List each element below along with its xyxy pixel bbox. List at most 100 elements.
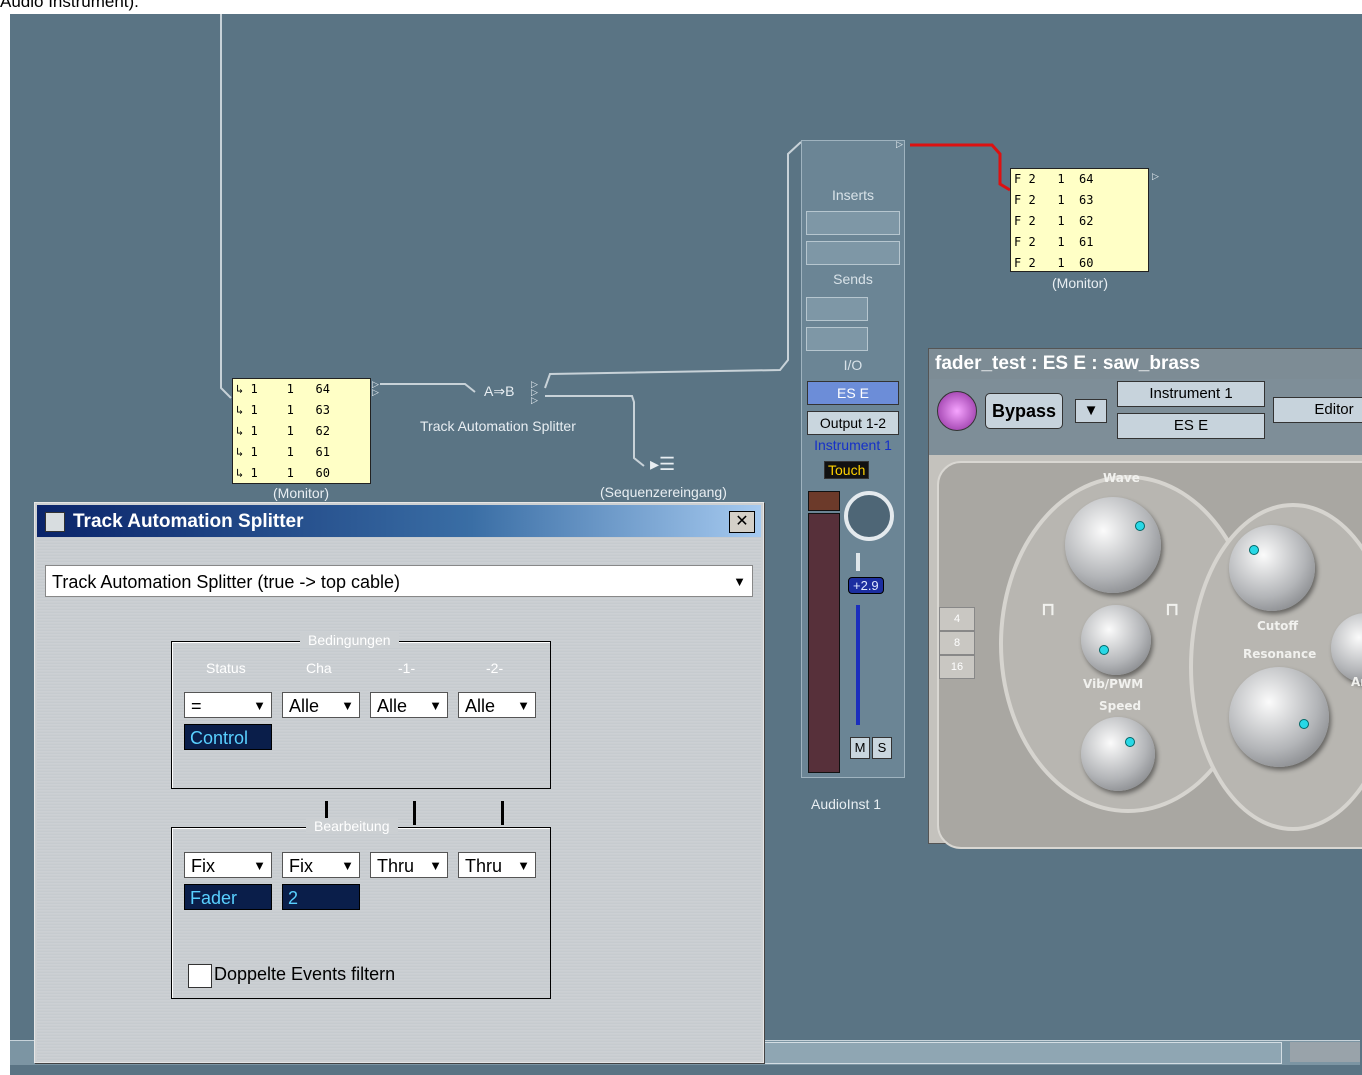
- select-value: Fix: [289, 856, 313, 876]
- clip-indicator[interactable]: [808, 491, 840, 511]
- bypass-button[interactable]: Bypass: [985, 393, 1063, 429]
- resonance-label: Resonance: [1243, 647, 1317, 661]
- plugin-instrument-button[interactable]: Instrument 1: [1117, 381, 1265, 407]
- status-condition-value[interactable]: Control: [184, 724, 272, 750]
- select-value: Fix: [191, 856, 215, 876]
- sequencer-input-label: (Sequenzereingang): [600, 484, 727, 500]
- fader-cap[interactable]: [856, 553, 860, 571]
- outlet-arrows-icon[interactable]: ▷ ▷: [372, 380, 379, 397]
- octave-8-button[interactable]: 8: [939, 631, 975, 655]
- chevron-down-icon[interactable]: ▼: [517, 693, 530, 719]
- monitor-row: F 2 1 62: [1014, 214, 1094, 228]
- caption-text: Audio Instrument).: [0, 0, 139, 11]
- monitor-row: ↳ 1 1 63: [236, 403, 330, 417]
- monitor-row: F 2 1 61: [1014, 235, 1094, 249]
- sequencer-input-icon[interactable]: ▸☰: [650, 454, 675, 475]
- monitor-row: F 2 1 64: [1014, 172, 1094, 186]
- dialog-body: Track Automation Splitter (true -> top c…: [37, 537, 761, 1060]
- channel-strip[interactable]: Inserts Sends I/O ES E Output 1-2 Instru…: [801, 140, 905, 778]
- chevron-down-icon[interactable]: ▼: [253, 853, 266, 879]
- splitter-object[interactable]: A⇒B: [484, 383, 514, 400]
- plugin-title[interactable]: fader_test : ES E : saw_brass: [929, 349, 1362, 379]
- channel-strip-name: AudioInst 1: [811, 796, 882, 812]
- conditions-legend: Bedingungen: [300, 632, 399, 648]
- link-line: [501, 801, 504, 825]
- splitter-dialog[interactable]: Track Automation Splitter ✕ Track Automa…: [34, 502, 764, 1063]
- chevron-down-icon[interactable]: ▼: [517, 853, 530, 879]
- speed-knob[interactable]: [1081, 717, 1155, 791]
- preset-select[interactable]: Track Automation Splitter (true -> top c…: [45, 565, 753, 597]
- solo-button[interactable]: S: [872, 737, 892, 759]
- ar-label: Ar: [1351, 675, 1362, 689]
- chevron-down-icon[interactable]: ▼: [733, 566, 746, 598]
- octave-16-button[interactable]: 16: [939, 655, 975, 679]
- filter-duplicates-checkbox[interactable]: [188, 964, 212, 988]
- processing-legend: Bearbeitung: [306, 818, 398, 834]
- monitor-right-label: (Monitor): [1052, 275, 1109, 291]
- insert-slot-1[interactable]: [806, 211, 900, 235]
- status-condition-select[interactable]: = ▼: [184, 692, 272, 718]
- channel-condition-select[interactable]: Alle ▼: [282, 692, 360, 718]
- monitor-right-outlet-icon[interactable]: ▷: [1152, 172, 1159, 181]
- data1-condition-select[interactable]: Alle ▼: [370, 692, 448, 718]
- monitor-row: ↳ 1 1 64: [236, 382, 330, 396]
- dialog-titlebar[interactable]: Track Automation Splitter ✕: [37, 505, 761, 537]
- data2-condition-select[interactable]: Alle ▼: [458, 692, 536, 718]
- octave-4-button[interactable]: 4: [939, 607, 975, 631]
- splitter-outlets-icon[interactable]: ▷ ▷ ▷: [531, 380, 538, 405]
- mute-button[interactable]: M: [850, 737, 870, 759]
- vib-pwm-label: Vib/PWM: [1083, 677, 1144, 691]
- monitor-row: ↳ 1 1 61: [236, 445, 330, 459]
- output-button[interactable]: Output 1-2: [807, 411, 899, 435]
- plugin-name-button[interactable]: ES E: [1117, 413, 1265, 439]
- wave-square-icon: ⊓: [1165, 599, 1180, 620]
- splitter-label: Track Automation Splitter: [420, 418, 576, 434]
- cutoff-knob[interactable]: [1229, 525, 1315, 611]
- channel-process-value[interactable]: 2: [282, 884, 360, 910]
- sends-label: Sends: [833, 271, 873, 287]
- vib-pwm-knob[interactable]: [1081, 605, 1151, 675]
- instrument-label[interactable]: Instrument 1: [802, 437, 904, 453]
- volume-value[interactable]: +2.9: [848, 577, 884, 594]
- editor-button[interactable]: Editor: [1273, 397, 1362, 423]
- close-button[interactable]: ✕: [729, 511, 755, 533]
- resonance-knob[interactable]: [1229, 667, 1329, 767]
- pan-knob[interactable]: [844, 491, 894, 541]
- chevron-down-icon[interactable]: ▼: [429, 853, 442, 879]
- plugin-menu-chevron-down-icon[interactable]: ▼: [1075, 399, 1107, 423]
- scrollbar-thumb[interactable]: [760, 1042, 1282, 1064]
- status-process-select[interactable]: Fix ▼: [184, 852, 272, 878]
- chevron-down-icon[interactable]: ▼: [253, 693, 266, 719]
- chevron-down-icon[interactable]: ▼: [341, 693, 354, 719]
- select-value: Alle: [377, 696, 408, 716]
- data2-process-select[interactable]: Thru ▼: [458, 852, 536, 878]
- plugin-window[interactable]: fader_test : ES E : saw_brass Bypass ▼ I…: [928, 348, 1362, 849]
- chevron-down-icon[interactable]: ▼: [429, 693, 442, 719]
- send-slot-1[interactable]: [806, 297, 868, 321]
- preset-value: Track Automation Splitter (true -> top c…: [52, 572, 400, 592]
- insert-slot-2[interactable]: [806, 241, 900, 265]
- chevron-down-icon[interactable]: ▼: [341, 853, 354, 879]
- plugin-logo-icon[interactable]: [937, 391, 977, 431]
- data1-process-select[interactable]: Thru ▼: [370, 852, 448, 878]
- status-process-value[interactable]: Fader: [184, 884, 272, 910]
- strip-outlet-icon[interactable]: ▷: [896, 140, 903, 149]
- monitor-row: ↳ 1 1 62: [236, 424, 330, 438]
- monitor-row: F 2 1 60: [1014, 256, 1094, 270]
- select-value: Thru: [465, 856, 503, 876]
- select-value: Thru: [377, 856, 415, 876]
- select-value: Alle: [289, 696, 320, 716]
- channel-process-select[interactable]: Fix ▼: [282, 852, 360, 878]
- monitor-row: ↳ 1 1 60: [236, 466, 330, 480]
- automation-mode-button[interactable]: Touch: [824, 461, 870, 479]
- input-button[interactable]: ES E: [807, 381, 899, 405]
- send-slot-2[interactable]: [806, 327, 868, 351]
- wave-knob[interactable]: [1065, 497, 1161, 593]
- scrollbar-end-button[interactable]: [1290, 1042, 1360, 1062]
- filter-duplicates-label: Doppelte Events filtern: [214, 964, 396, 984]
- volume-fader[interactable]: [856, 605, 860, 725]
- monitor-object-right[interactable]: F 2 1 64 F 2 1 63 F 2 1 62 F 2 1 61 F 2 …: [1010, 168, 1149, 272]
- monitor-object-left[interactable]: ↳ 1 1 64 ↳ 1 1 63 ↳ 1 1 62 ↳ 1 1 61 ↳ 1 …: [232, 378, 371, 484]
- select-value: =: [191, 696, 202, 716]
- plugin-header-bar: Bypass ▼ Instrument 1 ES E Editor: [929, 379, 1362, 455]
